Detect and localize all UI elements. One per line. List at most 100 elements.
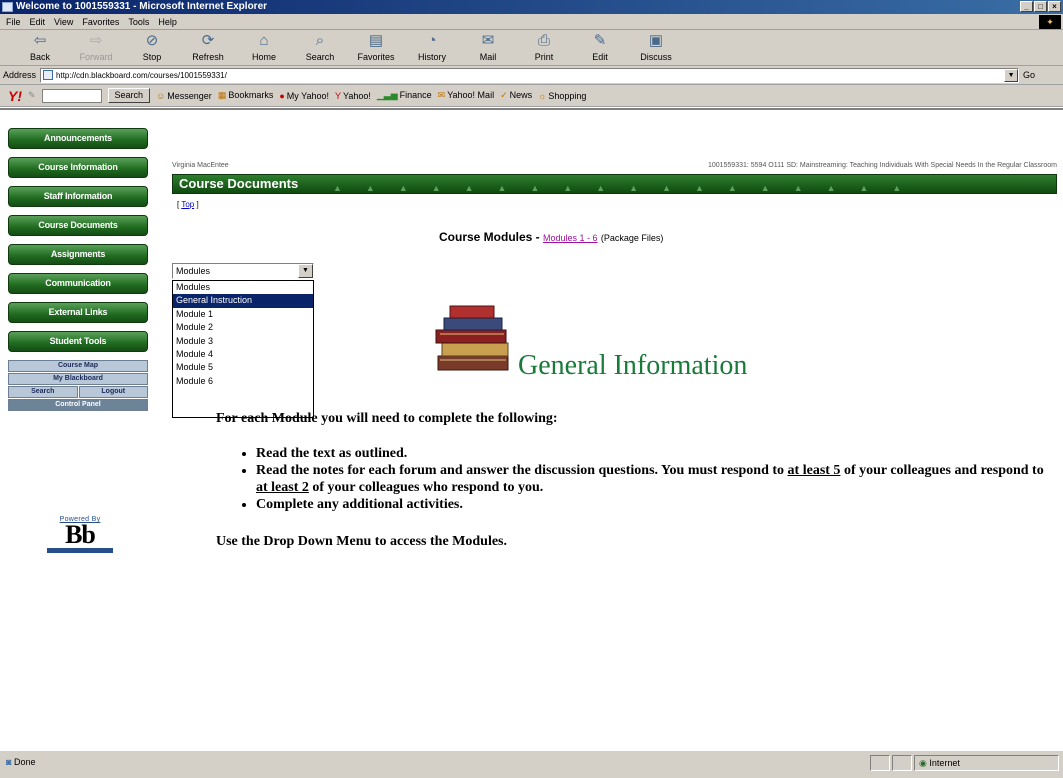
search-icon: ⌕	[315, 32, 325, 49]
option-module-4[interactable]: Module 4	[173, 348, 313, 361]
page-viewport: Announcements Course Information Staff I…	[0, 108, 1063, 750]
forward-button[interactable]: ⇨ Forward	[70, 30, 122, 62]
home-button[interactable]: ⌂ Home	[238, 30, 290, 62]
yahoo-finance-link[interactable]: ▁▃▅ Finance	[377, 90, 432, 101]
nav-external-links[interactable]: External Links	[8, 302, 148, 323]
discuss-icon: ▣	[648, 32, 664, 49]
menu-help[interactable]: Help	[158, 17, 177, 27]
menu-file[interactable]: File	[6, 17, 21, 27]
logout-button[interactable]: Logout	[78, 386, 148, 398]
yahoo-messenger-link[interactable]: ☺ Messenger	[156, 91, 212, 101]
modules-select[interactable]: Modules ▼	[172, 263, 314, 279]
user-name: Virginia MacEntee	[172, 162, 229, 169]
course-info: 1001559331: 5594 O111 SD: Mainstreaming:…	[707, 162, 1057, 169]
mail-icon: ✉	[481, 32, 495, 49]
standard-toolbar: ⇦ Back ⇨ Forward ⊘ Stop ⟳ Refresh ⌂ Home ⌕ Sea…	[0, 30, 1063, 66]
security-zone-pane: ◉ Internet	[914, 755, 1059, 771]
mail-button[interactable]: ✉ Mail	[462, 30, 514, 62]
history-icon: ◔	[427, 32, 437, 49]
instruction-item: Read the text as outlined.	[256, 445, 1046, 462]
chevron-down-icon[interactable]: ▼	[298, 264, 313, 278]
status-text: Done	[13, 757, 36, 767]
status-pane-1	[870, 755, 890, 771]
yahoo-mail-link[interactable]: ✉ Yahoo! Mail	[438, 90, 494, 101]
close-button[interactable]: ×	[1048, 1, 1061, 12]
banner-decoration: ▲▲▲▲▲▲▲▲▲▲▲▲▲▲▲▲▲▲	[333, 183, 926, 193]
course-documents-banner: Course Documents ▲▲▲▲▲▲▲▲▲▲▲▲▲▲▲▲▲▲	[172, 174, 1057, 194]
back-arrow-icon: ⇦	[33, 32, 47, 49]
menu-bar: File Edit View Favorites Tools Help ✦	[0, 14, 1063, 30]
menu-view[interactable]: View	[54, 17, 73, 27]
blackboard-logo[interactable]: Powered By Bb Blackboard	[47, 516, 113, 553]
top-link[interactable]: Top	[181, 200, 194, 209]
yahoo-shopping-link[interactable]: ☼ Shopping	[538, 91, 586, 101]
page-done-icon: ◙	[6, 757, 12, 767]
instructions-intro: For each Module you will need to complet…	[216, 411, 558, 426]
option-module-6[interactable]: Module 6	[173, 375, 313, 388]
banner-title: Course Documents	[179, 176, 299, 191]
favorites-button[interactable]: ▤ Favorites	[350, 30, 402, 62]
yahoo-news-link[interactable]: ✓ News	[500, 90, 532, 101]
my-yahoo-link[interactable]: ● My Yahoo!	[279, 91, 329, 101]
menu-edit[interactable]: Edit	[30, 17, 46, 27]
print-button[interactable]: ⎙ Print	[518, 30, 570, 62]
stop-button[interactable]: ⊘ Stop	[126, 30, 178, 62]
nav-staff-information[interactable]: Staff Information	[8, 186, 148, 207]
favorites-icon: ▤	[368, 32, 384, 49]
search-tool-button[interactable]: Search	[8, 386, 78, 398]
address-bar: Address http://cdn.blackboard.com/course…	[0, 66, 1063, 85]
window-title-bar: Welcome to 1001559331 - Microsoft Intern…	[0, 0, 1063, 14]
finance-icon: ▁▃▅	[376, 90, 398, 100]
yahoo-link[interactable]: Y Yahoo!	[335, 91, 371, 101]
go-button[interactable]: Go	[1023, 70, 1035, 80]
nav-announcements[interactable]: Announcements	[8, 128, 148, 149]
nav-student-tools[interactable]: Student Tools	[8, 331, 148, 352]
search-button[interactable]: ⌕ Search	[294, 30, 346, 62]
ie-icon	[2, 2, 13, 12]
address-input[interactable]: http://cdn.blackboard.com/courses/100155…	[40, 67, 1020, 83]
stop-icon: ⊘	[145, 32, 159, 49]
dropdown-instructions: Use the Drop Down Menu to access the Mod…	[216, 534, 507, 549]
edit-button[interactable]: ✎ Edit	[574, 30, 626, 62]
menu-tools[interactable]: Tools	[128, 17, 149, 27]
instructions-list: Read the text as outlined. Read the note…	[256, 445, 1046, 513]
maximize-button[interactable]: □	[1034, 1, 1047, 12]
option-modules[interactable]: Modules	[173, 281, 313, 294]
window-title: Welcome to 1001559331 - Microsoft Intern…	[16, 1, 268, 12]
internet-zone-icon: ◉	[919, 758, 927, 768]
home-icon: ⌂	[259, 32, 269, 49]
bb-logo-mark: Bb	[65, 520, 96, 549]
nav-assignments[interactable]: Assignments	[8, 244, 148, 265]
yahoo-bookmarks-link[interactable]: ▦ Bookmarks	[218, 90, 274, 101]
option-module-5[interactable]: Module 5	[173, 361, 313, 374]
nav-course-documents[interactable]: Course Documents	[8, 215, 148, 236]
option-module-3[interactable]: Module 3	[173, 335, 313, 348]
modules-select-value: Modules	[176, 266, 211, 276]
back-button[interactable]: ⇦ Back	[14, 30, 66, 62]
option-module-2[interactable]: Module 2	[173, 321, 313, 334]
modules-link[interactable]: Modules 1 - 6	[543, 233, 598, 243]
status-pane-2	[892, 755, 912, 771]
yahoo-icon: Y	[334, 90, 341, 101]
nav-communication[interactable]: Communication	[8, 273, 148, 294]
discuss-button[interactable]: ▣ Discuss	[630, 30, 682, 62]
course-map-button[interactable]: Course Map	[8, 360, 148, 372]
course-modules-label: Course Modules -	[439, 230, 540, 244]
control-panel-button[interactable]: Control Panel	[8, 399, 148, 411]
address-dropdown-icon[interactable]: ▼	[1004, 68, 1019, 82]
my-blackboard-button[interactable]: My Blackboard	[8, 373, 148, 385]
nav-course-information[interactable]: Course Information	[8, 157, 148, 178]
security-zone-label: Internet	[929, 758, 960, 768]
option-general-instruction[interactable]: General Instruction	[173, 294, 313, 308]
books-icon	[435, 305, 509, 371]
course-header-line: Virginia MacEntee 1001559331: 5594 O111 …	[172, 162, 1057, 169]
menu-favorites[interactable]: Favorites	[82, 17, 119, 27]
modules-dropdown-list: Modules General Instruction Module 1 Mod…	[172, 280, 314, 418]
ie-logo-throbber: ✦	[1039, 15, 1061, 29]
status-text-pane: ◙ Done	[2, 755, 862, 771]
package-files-label: (Package Files)	[600, 233, 664, 243]
option-module-1[interactable]: Module 1	[173, 308, 313, 321]
minimize-button[interactable]: _	[1020, 1, 1033, 12]
history-button[interactable]: ◔ History	[406, 30, 458, 62]
refresh-button[interactable]: ⟳ Refresh	[182, 30, 234, 62]
